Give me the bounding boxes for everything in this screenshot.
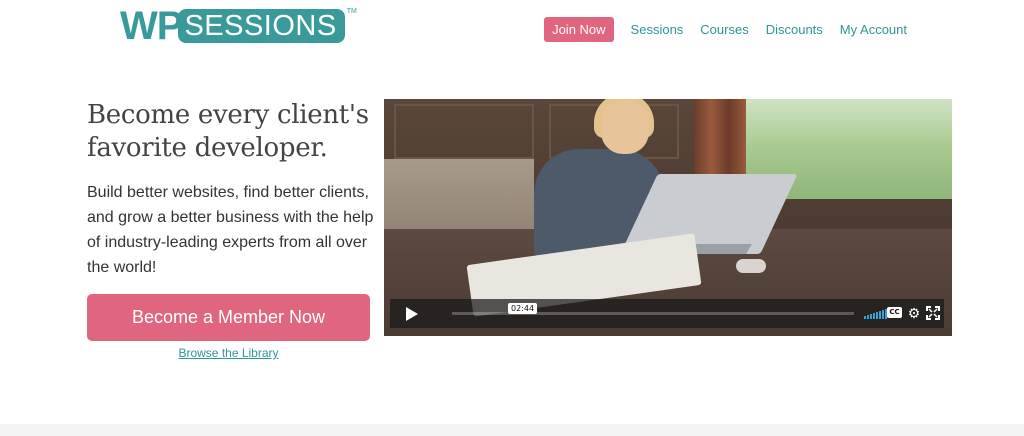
video-player[interactable]: 02:44 CC ⚙ — [384, 99, 952, 336]
wall-panel — [394, 104, 534, 159]
video-controls: 02:44 CC ⚙ — [390, 299, 944, 328]
logo-sessions-text: SESSIONS — [184, 10, 337, 42]
nav-item-my-account[interactable]: My Account — [840, 17, 907, 42]
hero-description: Build better websites, find better clien… — [87, 184, 374, 276]
logo-sessions-pill: SESSIONS — [178, 9, 345, 43]
video-cup — [736, 259, 766, 273]
video-person-head — [601, 99, 649, 154]
fullscreen-icon[interactable] — [926, 306, 940, 320]
nav-item-sessions[interactable]: Sessions — [631, 17, 684, 42]
become-member-button[interactable]: Become a Member Now — [87, 294, 370, 341]
nav-item-courses[interactable]: Courses — [700, 17, 748, 42]
browse-library-link[interactable]: Browse the Library — [87, 346, 370, 360]
join-now-button[interactable]: Join Now — [544, 17, 614, 42]
main-nav: Join Now Sessions Courses Discounts My A… — [544, 17, 907, 42]
site-logo[interactable]: WP SESSIONS TM — [120, 6, 357, 46]
gear-icon[interactable]: ⚙ — [906, 305, 922, 321]
logo-wp-text: WP — [120, 4, 183, 48]
video-progress-bar[interactable]: 02:44 — [452, 303, 854, 315]
play-icon — [406, 306, 418, 321]
volume-icon[interactable] — [864, 308, 887, 319]
hero-title: Become every client's favorite developer… — [87, 100, 369, 163]
video-timecode: 02:44 — [508, 303, 538, 314]
next-section-edge — [0, 424, 1024, 436]
play-button[interactable] — [390, 299, 434, 328]
logo-trademark: TM — [346, 8, 357, 15]
cc-icon[interactable]: CC — [887, 307, 902, 318]
nav-item-discounts[interactable]: Discounts — [766, 17, 823, 42]
